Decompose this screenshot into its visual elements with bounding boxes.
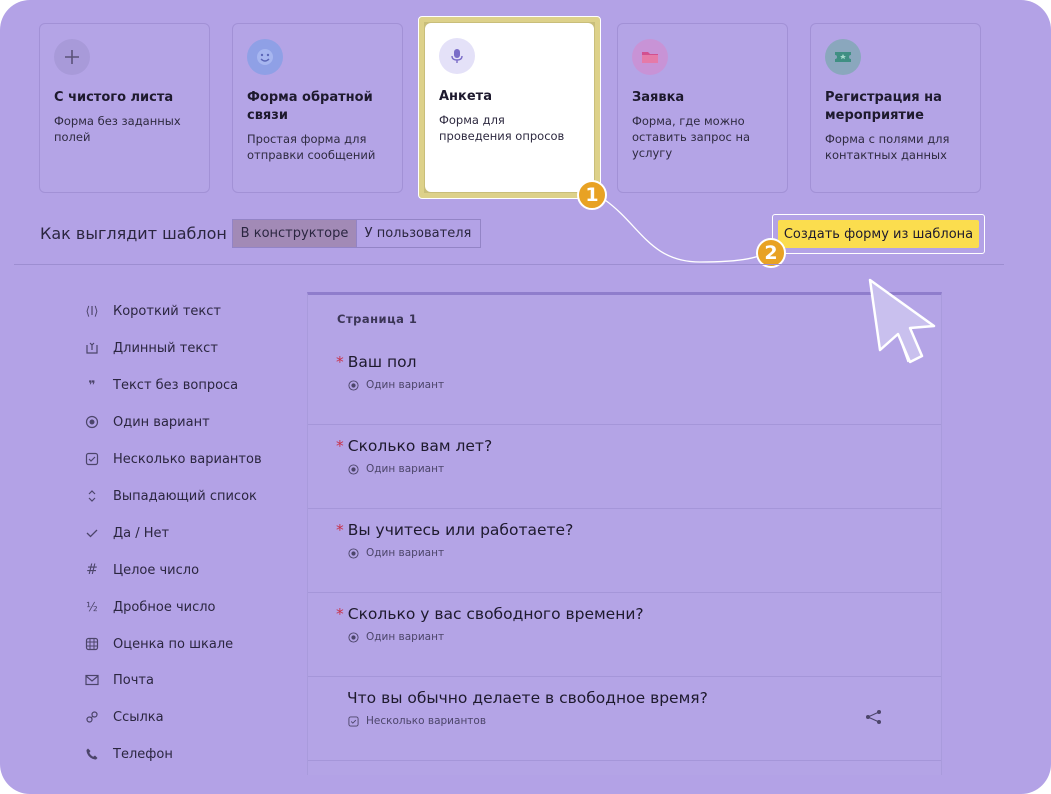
sidebar-item-label: Выпадающий список xyxy=(113,488,257,504)
sidebar-item-long-text[interactable]: Длинный текст xyxy=(84,338,218,358)
divider xyxy=(14,264,1004,265)
form-preview: Страница 1 * Ваш пол Один вариант * Скольк… xyxy=(307,292,942,775)
checkbox-icon xyxy=(84,451,100,467)
question-title: Вы учитесь или работаете? xyxy=(347,521,574,539)
app-frame: С чистого листа Форма без заданных полей… xyxy=(0,0,1051,794)
sidebar-item-short-text[interactable]: ⟨I⟩ Короткий текст xyxy=(84,301,221,321)
sidebar-item-link[interactable]: Ссылка xyxy=(84,707,164,727)
radio-icon xyxy=(348,631,359,643)
tab-constructor[interactable]: В конструкторе xyxy=(232,219,357,248)
share-icon[interactable] xyxy=(865,709,883,725)
quote-icon: ❞ xyxy=(88,378,96,392)
question-type: Один вариант xyxy=(366,463,445,475)
sidebar-item-dropdown[interactable]: Выпадающий список xyxy=(84,486,257,506)
radio-icon xyxy=(84,414,100,430)
sidebar-item-phone[interactable]: Телефон xyxy=(84,744,173,764)
check-icon xyxy=(84,525,100,541)
radio-icon xyxy=(348,547,359,559)
question-title: Сколько у вас свободного времени? xyxy=(347,605,644,623)
sidebar-item-email[interactable]: Почта xyxy=(84,670,154,690)
sidebar-item-no-question[interactable]: ❞ Текст без вопроса xyxy=(84,375,238,395)
step-badge-1: 1 xyxy=(577,180,607,210)
question-title: Ваш пол xyxy=(347,353,417,371)
question-type: Один вариант xyxy=(366,379,445,391)
grid-icon xyxy=(84,636,100,652)
phone-icon xyxy=(84,746,100,762)
sidebar-item-integer[interactable]: # Целое число xyxy=(84,560,199,580)
sidebar-item-label: Ссылка xyxy=(113,709,164,725)
required-mark: * xyxy=(336,437,344,455)
preview-label: Как выглядит шаблон xyxy=(40,224,227,243)
sidebar-item-label: Почта xyxy=(113,672,154,688)
question-card[interactable]: * Ваш пол Один вариант xyxy=(308,341,941,425)
question-title: Что вы обычно делаете в свободное время? xyxy=(347,689,708,707)
question-card[interactable]: * Сколько вам лет? Один вариант xyxy=(308,425,941,509)
sidebar-item-label: Короткий текст xyxy=(113,303,221,319)
create-form-button[interactable]: Создать форму из шаблона xyxy=(778,220,979,248)
sidebar-item-label: Да / Нет xyxy=(113,525,170,541)
link-icon xyxy=(84,709,100,725)
long-text-icon xyxy=(84,340,100,356)
create-button-highlight: Создать форму из шаблона xyxy=(772,214,985,254)
question-type: Несколько вариантов xyxy=(366,715,487,727)
sidebar-item-label: Текст без вопроса xyxy=(113,377,239,393)
cursor-icon xyxy=(868,278,936,364)
sidebar-item-label: Один вариант xyxy=(113,414,210,430)
hash-icon: # xyxy=(86,562,98,578)
mail-icon xyxy=(84,672,100,688)
question-card[interactable]: * Сколько у вас свободного времени? Один … xyxy=(308,593,941,677)
dropdown-icon xyxy=(84,488,100,504)
sidebar-item-label: Дробное число xyxy=(113,599,216,615)
sidebar-item-label: Несколько вариантов xyxy=(113,451,262,467)
sidebar-item-label: Телефон xyxy=(113,746,173,762)
page-title: Страница 1 xyxy=(337,312,418,326)
sidebar-item-decimal[interactable]: ½ Дробное число xyxy=(84,597,216,617)
tab-user[interactable]: У пользователя xyxy=(356,219,481,248)
required-mark: * xyxy=(336,353,344,371)
sidebar-item-label: Целое число xyxy=(113,562,200,578)
required-mark: * xyxy=(336,521,344,539)
sidebar-item-label: Оценка по шкале xyxy=(113,636,234,652)
sidebar-item-yes-no[interactable]: Да / Нет xyxy=(84,523,169,543)
sidebar-item-single-choice[interactable]: Один вариант xyxy=(84,412,210,432)
question-card[interactable]: * Вы учитесь или работаете? Один вариант xyxy=(308,509,941,593)
fraction-icon: ½ xyxy=(86,600,98,614)
question-type: Один вариант xyxy=(366,547,445,559)
sidebar-item-label: Длинный текст xyxy=(113,340,218,356)
radio-icon xyxy=(348,463,359,475)
required-mark: * xyxy=(336,605,344,623)
question-card[interactable]: Что вы обычно делаете в свободное время?… xyxy=(308,677,941,761)
question-type: Один вариант xyxy=(366,631,445,643)
sidebar-item-multiple-choice[interactable]: Несколько вариантов xyxy=(84,449,262,469)
short-text-icon: ⟨I⟩ xyxy=(85,304,99,318)
radio-icon xyxy=(348,379,359,391)
checkbox-icon xyxy=(348,715,359,727)
sidebar-item-scale[interactable]: Оценка по шкале xyxy=(84,634,233,654)
question-title: Сколько вам лет? xyxy=(347,437,493,455)
